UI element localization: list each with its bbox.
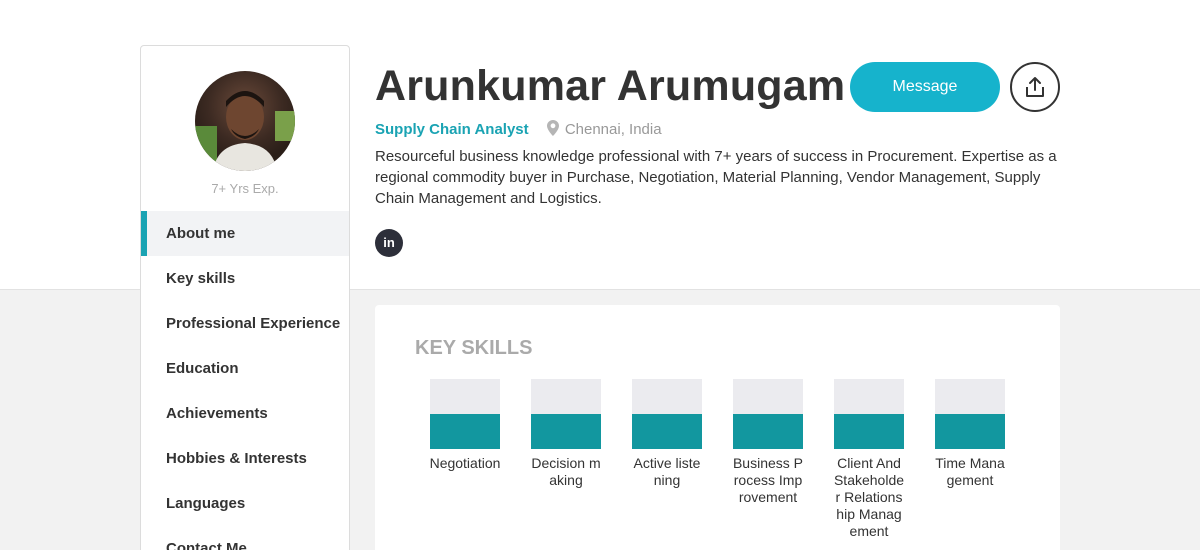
skill-item: Business Process Improvement (718, 379, 818, 506)
skill-level-fill (733, 414, 803, 449)
skill-label: Business Process Improvement (732, 455, 804, 505)
skill-level-bar (632, 379, 702, 449)
skill-level-bar (733, 379, 803, 449)
skill-label: Decision making (531, 455, 601, 488)
experience-text: 7+ Yrs Exp. (211, 181, 279, 196)
location-text: Chennai, India (564, 121, 662, 138)
skill-item: Decision making (516, 379, 616, 489)
skill-level-fill (430, 414, 500, 449)
profile-subtitle: Supply Chain Analyst Chennai, India (375, 120, 662, 140)
key-skills-title: KEY SKILLS (415, 337, 533, 359)
sidebar-item-languages[interactable]: Languages (141, 481, 349, 526)
message-button[interactable]: Message (850, 62, 1000, 112)
profile-location: Chennai, India (546, 120, 662, 140)
skill-item: Client And Stakeholder Relationship Mana… (819, 379, 919, 540)
profile-name: Arunkumar Arumugam (375, 62, 846, 110)
profile-sidebar: 7+ Yrs Exp. About me Key skills Professi… (140, 45, 350, 550)
sidebar-item-professional-experience[interactable]: Professional Experience (141, 301, 349, 346)
sidebar-item-about-me[interactable]: About me (141, 211, 349, 256)
skill-level-bar (430, 379, 500, 449)
sidebar-item-key-skills[interactable]: Key skills (141, 256, 349, 301)
share-icon (1026, 77, 1044, 97)
skill-level-fill (632, 414, 702, 449)
linkedin-icon[interactable]: in (375, 229, 403, 257)
skill-label: Time Management (935, 455, 1005, 488)
sidebar-item-hobbies[interactable]: Hobbies & Interests (141, 436, 349, 481)
skill-item: Negotiation (415, 379, 515, 472)
skill-level-bar (834, 379, 904, 449)
skill-level-fill (834, 414, 904, 449)
avatar (195, 71, 295, 171)
skill-label: Active listening (633, 455, 701, 488)
skill-level-bar (531, 379, 601, 449)
skill-item: Time Management (920, 379, 1020, 489)
sidebar-item-contact-me[interactable]: Contact Me (141, 526, 349, 550)
key-skills-card: KEY SKILLS Negotiation Decision making Act… (375, 305, 1060, 550)
profile-summary: Resourceful business knowledge professio… (375, 148, 1057, 207)
sidebar-nav: About me Key skills Professional Experie… (141, 211, 349, 550)
share-button[interactable] (1010, 62, 1060, 112)
skill-level-bar (935, 379, 1005, 449)
skill-level-fill (935, 414, 1005, 449)
sidebar-item-achievements[interactable]: Achievements (141, 391, 349, 436)
skill-label: Negotiation (429, 455, 501, 471)
skill-label: Client And Stakeholder Relationship Mana… (833, 455, 905, 539)
profile-role: Supply Chain Analyst (375, 121, 529, 138)
location-pin-icon (546, 120, 559, 140)
sidebar-item-education[interactable]: Education (141, 346, 349, 391)
skill-level-fill (531, 414, 601, 449)
skill-item: Active listening (617, 379, 717, 489)
